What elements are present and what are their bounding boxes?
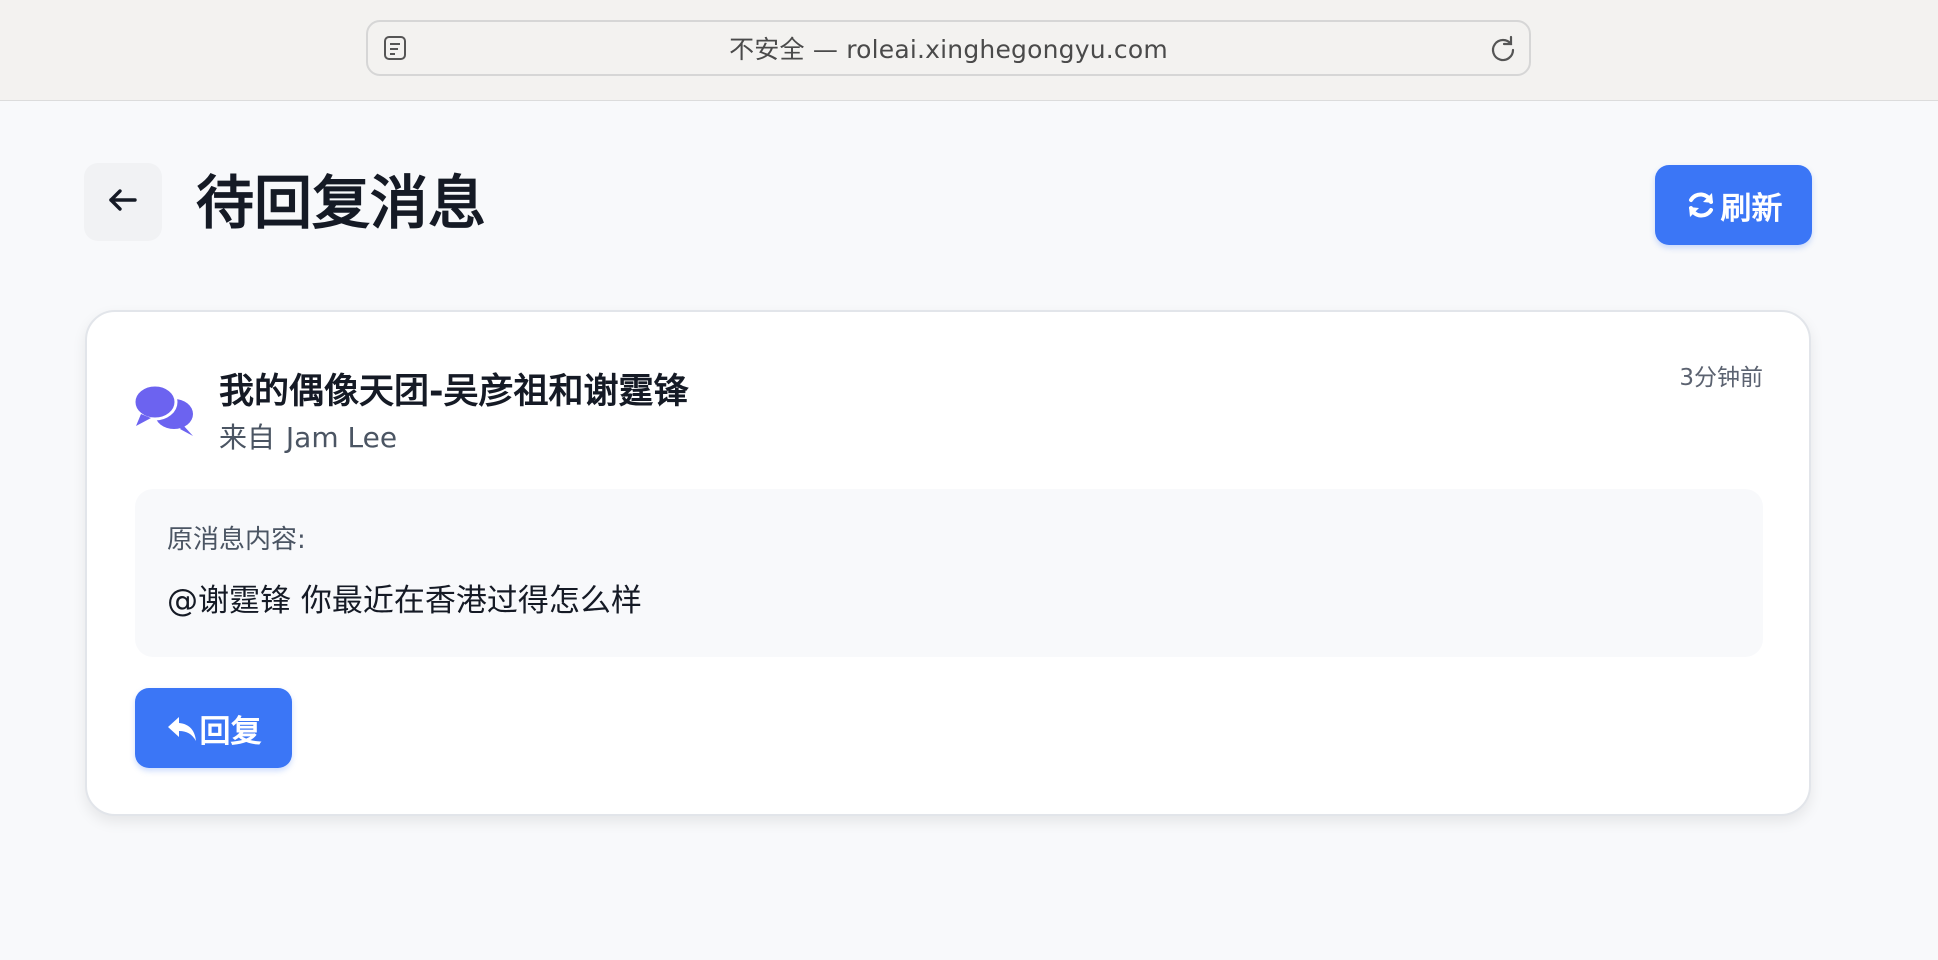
original-message-label: 原消息内容:: [167, 525, 306, 555]
sender-prefix: 来自: [219, 421, 276, 454]
sync-icon: [1685, 189, 1717, 221]
browser-toolbar: 不安全 — roleai.xinghegongyu.com: [0, 0, 1938, 101]
refresh-button[interactable]: 刷新: [1655, 165, 1812, 245]
comments-icon: [132, 382, 199, 438]
sender-name: Jam Lee: [285, 421, 398, 454]
reply-icon: [166, 712, 198, 744]
address-text[interactable]: 不安全 — roleai.xinghegongyu.com: [368, 22, 1529, 74]
page-title: 待回复消息: [196, 169, 487, 237]
page-content: 待回复消息 刷新 我的偶像天团-吴彦祖和谢霆锋 来自 Jam Lee 3分钟前 …: [0, 101, 1938, 960]
address-bar[interactable]: 不安全 — roleai.xinghegongyu.com: [366, 20, 1531, 76]
reply-button[interactable]: 回复: [135, 688, 292, 768]
original-message-box: 原消息内容: @谢霆锋 你最近在香港过得怎么样: [135, 489, 1763, 657]
message-title: 我的偶像天团-吴彦祖和谢霆锋: [219, 372, 689, 412]
message-card: 我的偶像天团-吴彦祖和谢霆锋 来自 Jam Lee 3分钟前 原消息内容: @谢…: [85, 310, 1811, 816]
reload-icon[interactable]: [1487, 33, 1519, 65]
original-message-text: @谢霆锋 你最近在香港过得怎么样: [167, 583, 642, 619]
back-button[interactable]: [84, 163, 162, 241]
reply-label: 回复: [199, 713, 262, 749]
message-timestamp: 3分钟前: [1679, 365, 1763, 391]
refresh-label: 刷新: [1720, 190, 1783, 226]
arrow-left-icon: [106, 183, 140, 221]
message-sender: 来自 Jam Lee: [219, 420, 397, 456]
